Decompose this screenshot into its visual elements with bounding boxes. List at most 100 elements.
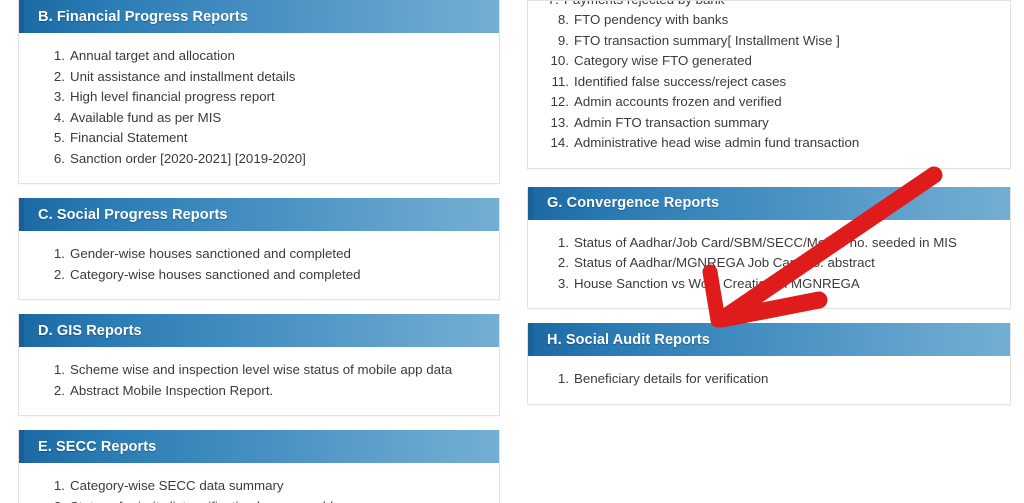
list-item-number: 7. [533,1,559,10]
list-item-number: 6. [53,150,65,166]
list-item-label: Administrative head wise admin fund tran… [574,135,860,150]
panel-title: D. GIS Reports [38,322,142,339]
list-item-number: 1. [53,48,65,63]
panel-body-convergence-reports: 1. Status of Aadhar/Job Card/SBM/SECC/Mo… [528,220,1010,309]
list-item[interactable]: 14. Administrative head wise admin fund … [543,133,1000,154]
list-item[interactable]: 6. Sanction order [2020-2021] [2019-2020… [39,149,489,170]
list-item-label: Sanction order [2020-2021] [2019-2020] [70,150,306,166]
list-item[interactable]: 10. Category wise FTO generated [543,51,1000,72]
panel-body-social-progress-reports: 1. Gender-wise houses sanctioned and com… [19,231,499,299]
list-item-label: Payments rejected by bank [564,1,724,10]
list-item-label: Admin FTO transaction summary [574,114,769,130]
panel-title: H. Social Audit Reports [547,331,710,348]
panel-title: B. Financial Progress Reports [38,8,248,25]
list-item-label: FTO transaction summary[ Installment Wis… [574,32,840,48]
list-item-number: 3. [53,89,65,104]
list-item-number: 2. [557,255,569,270]
list-item-label: Status of Aadhar/MGNREGA Job Card no. ab… [574,255,875,270]
list-item-label: Identified false success/reject cases [574,73,787,89]
list-item[interactable]: 4. Available fund as per MIS [39,108,489,129]
list-item[interactable]: 3. High level financial progress report [39,87,489,108]
report-list: 1. Scheme wise and inspection level wise… [29,360,489,401]
list-item[interactable]: 1. Scheme wise and inspection level wise… [39,360,489,381]
panel-header-secc-reports: E. SECC Reports [19,430,499,463]
list-item-label: Admin accounts frozen and verified [574,94,782,109]
panel-header-convergence-reports: G. Convergence Reports [528,186,1010,220]
list-item-number: 1. [53,478,65,493]
list-item-number: 1. [53,362,65,377]
list-item-beneficiary-details[interactable]: 1. Beneficiary details for verification [543,369,1000,390]
list-item-number: 2. [53,382,65,398]
list-item-label: Abstract Mobile Inspection Report. [70,382,274,398]
list-item[interactable]: 13. Admin FTO transaction summary [543,113,1000,134]
list-item-label: High level financial progress report [70,89,275,104]
list-item-number: 2. [39,497,65,503]
report-list: 1. Status of Aadhar/Job Card/SBM/SECC/Mo… [538,233,1000,295]
list-item[interactable]: 11. Identified false success/reject case… [543,72,1000,93]
list-item-number: 12. [550,94,570,109]
left-column: B. Financial Progress Reports 1. Annual … [18,0,500,503]
list-item[interactable]: 9. FTO transaction summary[ Installment … [543,31,1000,52]
list-item-label: Unit assistance and installment details [70,68,296,84]
list-item-label: Beneficiary details for verification [574,371,769,386]
list-item-label: Scheme wise and inspection level wise st… [70,362,453,377]
list-item[interactable]: 5. Financial Statement [39,128,489,149]
report-list: 1. Beneficiary details for verification [538,369,1000,390]
list-item[interactable]: 3. House Sanction vs Work Creation in MG… [543,274,1000,295]
list-item-label: Category-wise SECC data summary [70,478,284,493]
list-item[interactable]: 2. Category-wise houses sanctioned and c… [39,265,489,286]
panel-secc-reports: E. SECC Reports 1. Category-wise SECC da… [18,430,500,503]
report-menu-page: B. Financial Progress Reports 1. Annual … [0,0,1024,503]
clipped-list-row: 7. Payments rejected by bank [528,1,1010,10]
panel-body-gis-reports: 1. Scheme wise and inspection level wise… [19,347,499,415]
panel-social-audit-reports: H. Social Audit Reports 1. Beneficiary d… [527,323,1011,405]
panel-title: E. SECC Reports [38,438,157,455]
panel-body-secc-reports: 1. Category-wise SECC data summary 2. St… [19,463,499,503]
report-list: 1. Category-wise SECC data summary 2. St… [29,476,489,503]
list-item[interactable]: 12. Admin accounts frozen and verified [543,92,1000,113]
panel-header-gis-reports: D. GIS Reports [19,314,499,347]
list-item-label: Annual target and allocation [70,48,235,63]
list-item[interactable]: 2. Abstract Mobile Inspection Report. [39,381,489,402]
report-list: 1. Annual target and allocation 2. Unit … [29,46,489,169]
list-item[interactable]: 2. Unit assistance and installment detai… [39,67,489,88]
panel-title: G. Convergence Reports [547,195,720,211]
list-item[interactable]: 1. Status of Aadhar/Job Card/SBM/SECC/Mo… [543,233,1000,254]
list-item[interactable]: 8. FTO pendency with banks [543,10,1000,31]
list-item-number: 13. [550,114,570,130]
list-item-number: 1. [53,246,65,261]
list-item-number: 5. [53,130,65,145]
panel-body-financial-progress-reports: 1. Annual target and allocation 2. Unit … [19,33,499,183]
list-item-number: 2. [53,266,65,282]
list-item-number: 4. [53,109,65,125]
panel-social-progress-reports: C. Social Progress Reports 1. Gender-wis… [18,198,500,300]
list-item-label: House Sanction vs Work Creation in MGNRE… [574,275,860,291]
panel-header-social-audit-reports: H. Social Audit Reports [528,323,1010,356]
right-column: 7. Payments rejected by bank 8. FTO pend… [527,0,1011,419]
list-item-label: FTO pendency with banks [574,12,729,27]
list-item-label: Category-wise houses sanctioned and comp… [70,266,361,282]
list-item[interactable]: 1. Annual target and allocation [39,46,489,67]
panel-header-social-progress-reports: C. Social Progress Reports [19,198,499,231]
panel-fto-reports-continued: 7. Payments rejected by bank 8. FTO pend… [527,0,1011,169]
list-item-label: Available fund as per MIS [70,109,222,125]
panel-body-social-audit-reports: 1. Beneficiary details for verification [528,356,1010,404]
list-item-number: 11. [551,73,570,89]
list-item[interactable]: 1. Gender-wise houses sanctioned and com… [39,244,489,265]
panel-body-fto-reports-continued: 8. FTO pendency with banks 9. FTO transa… [528,10,1010,168]
list-item[interactable]: 2. Status of Aadhar/MGNREGA Job Card no.… [543,253,1000,274]
report-list: 8. FTO pendency with banks 9. FTO transa… [538,10,1000,154]
report-list-clipped: 7. Payments rejected by bank [528,1,1010,10]
list-item-label: Status of priority list verification by … [70,497,345,503]
panel-header-financial-progress-reports: B. Financial Progress Reports [19,0,499,33]
list-item-number: 2. [53,68,65,84]
panel-title: C. Social Progress Reports [38,206,228,223]
panel-convergence-reports: G. Convergence Reports 1. Status of Aadh… [527,186,1011,309]
list-item-number: 10. [550,53,570,68]
list-item[interactable]: 2. Status of priority list verification … [39,497,489,503]
list-item[interactable]: 7. Payments rejected by bank [533,1,1010,10]
list-item-number: 1. [557,371,569,386]
list-item[interactable]: 1. Category-wise SECC data summary [39,476,489,497]
list-item-label: Status of Aadhar/Job Card/SBM/SECC/Mobil… [574,234,957,250]
list-item-number: 9. [557,32,569,48]
